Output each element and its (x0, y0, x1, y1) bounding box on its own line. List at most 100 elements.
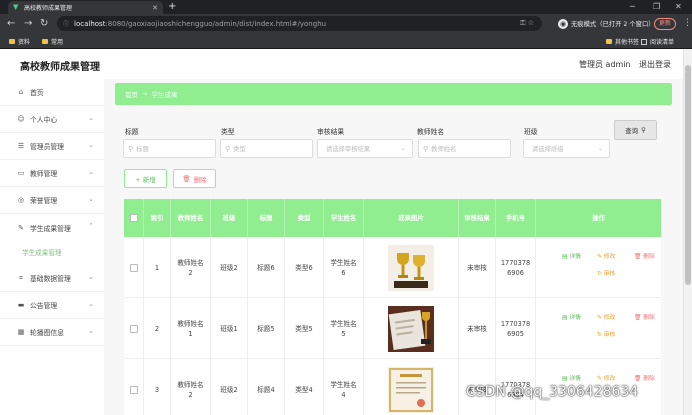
chevron-down-icon: ⌄ (597, 145, 603, 152)
sidebar-item-label: 首页 (30, 89, 44, 97)
restore-icon[interactable]: ❐ (653, 1, 660, 13)
page-scrollbar[interactable] (683, 49, 692, 415)
column-header[interactable]: 类型 (285, 199, 324, 237)
view-button[interactable]: ▤ 详情 (562, 374, 581, 384)
edit-button[interactable]: ✎ 修改 (597, 252, 615, 262)
chevron-down-icon: ⌄ (88, 168, 94, 176)
column-header[interactable]: 标题 (248, 199, 285, 237)
title-search-input[interactable]: ⚲ 标题 (123, 139, 216, 158)
update-button[interactable]: 更新 (654, 18, 677, 30)
view-label: 详情 (569, 315, 581, 321)
certificate-image[interactable] (388, 366, 434, 413)
file-icon: ▤ (562, 254, 568, 260)
table-header: 索引 教师姓名 班级 标题 类型 学生姓名 成果图片 审核结果 手机号 操作 (124, 199, 661, 237)
cell-actions: ▤ 详情 ✎ 修改 🗑 删除 ↻ 审核 (536, 237, 661, 298)
browser-tab[interactable]: ▼ 高校教师成果管理 ✕ (8, 1, 163, 14)
reading-list[interactable]: 阅读清单 (641, 36, 674, 47)
delete-button[interactable]: 🗑 删除 (173, 169, 216, 188)
bookmark-folder[interactable]: 资料 (9, 36, 30, 47)
bookmark-folder[interactable]: 其他书签 (606, 36, 639, 47)
key-icon[interactable]: ⚿ ☆ (520, 19, 534, 28)
delete-row-button[interactable]: 🗑 删除 (634, 252, 655, 262)
reload-icon[interactable]: ↻ (40, 17, 48, 30)
sidebar-item-profile[interactable]: ☺ 个人中心 ⌄ (0, 106, 104, 133)
sidebar-item-label: 荣誉管理 (30, 197, 58, 205)
sidebar-item-notices[interactable]: ▬ 公告管理 ⌄ (0, 292, 104, 319)
column-header[interactable]: 班级 (211, 199, 248, 237)
address-bar[interactable]: ⓘ localhost :8080/gaoxiaojiaoshichengguo… (57, 16, 542, 31)
minimize-icon[interactable]: ─ (630, 1, 635, 13)
row-checkbox[interactable] (129, 324, 138, 333)
row-select-cell (124, 237, 144, 298)
sidebar-item-admins[interactable]: ☰ 管理员管理 ⌄ (0, 133, 104, 160)
cell-actions: ▤ 详情 ✎ 修改 🗑 删除 ↻ 审核 (536, 298, 661, 359)
forward-icon[interactable]: → (24, 17, 32, 30)
edit-button[interactable]: ✎ 修改 (597, 374, 615, 384)
select-all-checkbox[interactable] (129, 214, 138, 222)
grid-icon: ▦ (17, 328, 25, 336)
review-button[interactable]: ↻ 审核 (597, 330, 615, 340)
file-icon: ▤ (562, 376, 568, 382)
breadcrumb-home[interactable]: 首页 (125, 89, 138, 99)
view-button[interactable]: ▤ 详情 (562, 313, 581, 323)
logout-link[interactable]: 退出登录 (639, 59, 671, 70)
cell-index: 2 (144, 298, 171, 359)
edit-button[interactable]: ✎ 修改 (597, 313, 615, 323)
view-button[interactable]: ▤ 详情 (562, 252, 581, 262)
arrow-right-icon: → (142, 90, 148, 98)
close-tab-icon[interactable]: ✕ (152, 4, 158, 12)
column-header: 操作 (592, 213, 605, 222)
cell-student: 学生姓名 6 (324, 237, 364, 298)
placeholder: 请选择审核结果 (326, 146, 371, 153)
column-header[interactable]: 手机号 (496, 199, 536, 237)
sidebar-item-teachers[interactable]: ▭ 教师管理 ⌄ (0, 160, 104, 187)
sidebar-item-base-data[interactable]: ⌗ 基础数据管理 ⌄ (0, 265, 104, 292)
sidebar-item-student-results[interactable]: ✎ 学生成果管理 ⌃ (0, 214, 104, 241)
cell-image (364, 359, 459, 415)
delete-row-button[interactable]: 🗑 删除 (634, 374, 655, 384)
refresh-icon: ↻ (597, 332, 602, 338)
sidebar-item-home[interactable]: ⌂ 首页 (0, 79, 104, 106)
sidebar-item-carousel[interactable]: ▦ 轮播图信息 ⌄ (0, 319, 104, 346)
review-button[interactable]: ↻ 审核 (597, 269, 615, 279)
compass-icon: ◎ (17, 196, 25, 204)
scrollbar-thumb[interactable] (685, 65, 691, 285)
breadcrumb-current: 学生成果 (151, 91, 178, 99)
cell-class: 班级2 (211, 237, 248, 298)
info-icon: ⓘ (63, 21, 70, 28)
row-checkbox[interactable] (129, 263, 138, 272)
cell-index: 1 (144, 237, 171, 298)
more-menu-icon[interactable]: ⋮ (683, 17, 692, 30)
query-button[interactable]: 查询 ⚲ (614, 120, 657, 140)
column-header[interactable]: 审核结果 (459, 199, 496, 237)
add-button[interactable]: + 新增 (124, 169, 167, 188)
row-checkbox[interactable] (129, 385, 138, 394)
sidebar-item-honors[interactable]: ◎ 荣誉管理 ⌄ (0, 187, 104, 214)
type-search-input[interactable]: ⚲ 类型 (220, 139, 313, 158)
class-select[interactable]: 请选择班级 ⌄ (523, 139, 610, 158)
window-close-icon[interactable]: ✕ (675, 1, 682, 13)
chat-icon: ▭ (17, 169, 25, 177)
cell-review: 未审核 (459, 237, 496, 298)
column-header[interactable]: 索引 (144, 199, 171, 237)
bookmarks-bar: 资料 常用 其他书签 阅读清单 (0, 34, 692, 49)
certificate-trophy-image[interactable] (388, 305, 434, 352)
table-row: 1 教师姓名 2 班级2 标题6 类型6 学生姓名 6 未审核 1770378 … (124, 237, 661, 298)
column-header[interactable]: 学生姓名 (324, 199, 364, 237)
back-icon[interactable]: ← (7, 17, 15, 30)
trash-icon: 🗑 (634, 254, 642, 260)
table-row: 2 教师姓名 1 班级1 标题5 类型5 学生姓名 5 未审核 1770378 … (124, 298, 661, 359)
folder-icon (42, 39, 48, 44)
incognito-indicator[interactable]: ◉ 无痕模式（已打开 2 个窗口） (558, 17, 655, 30)
placeholder: 标题 (136, 146, 149, 153)
new-tab-icon[interactable]: + (168, 1, 176, 13)
bookmark-folder[interactable]: 常用 (42, 36, 63, 47)
column-header[interactable]: 教师姓名 (171, 199, 211, 237)
review-select[interactable]: 请选择审核结果 ⌄ (317, 139, 413, 158)
teacher-search-input[interactable]: ⚲ 教师姓名 (418, 139, 511, 158)
trophy-image[interactable] (388, 244, 434, 291)
delete-row-button[interactable]: 🗑 删除 (634, 313, 655, 323)
search-icon: ⚲ (128, 144, 134, 153)
review-label: 审核 (603, 271, 616, 277)
sidebar-subitem-student-results[interactable]: 学生成果管理 (0, 241, 104, 263)
